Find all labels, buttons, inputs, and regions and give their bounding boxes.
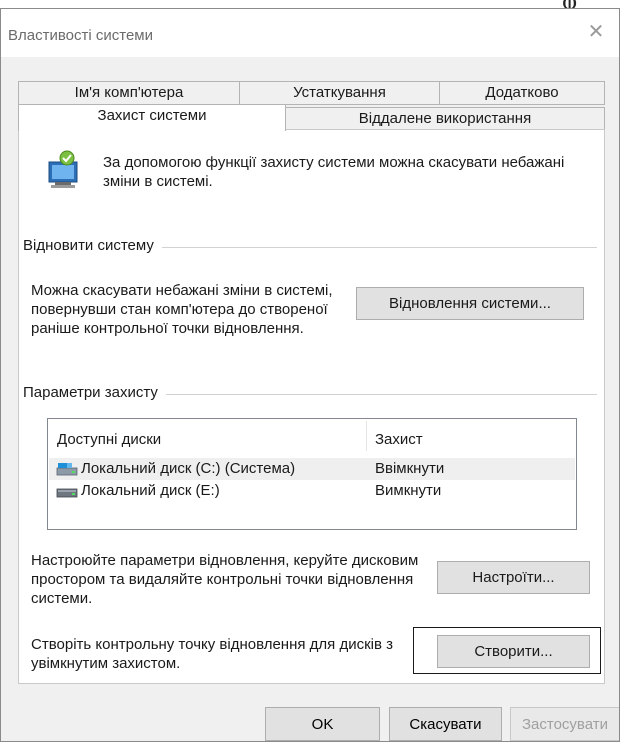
protection-group-title: Параметри захисту: [23, 384, 166, 401]
create-button[interactable]: Створити...: [437, 635, 590, 668]
system-restore-button[interactable]: Відновлення системи...: [356, 287, 584, 320]
create-description: Створіть контрольну точку відновлення дл…: [31, 636, 393, 672]
tab-system-protection[interactable]: Захист системи: [18, 104, 286, 131]
tab-hardware-label: Устаткування: [293, 84, 386, 101]
tab-system-protection-label: Захист системи: [97, 107, 207, 124]
apply-button[interactable]: Застосувати: [510, 707, 619, 741]
intro-text: За допомогою функції захисту системи мож…: [103, 154, 565, 190]
system-drive-icon: [56, 463, 78, 476]
drive-name: Локальний диск (C:) (Система): [81, 460, 296, 477]
tab-computer-name[interactable]: Ім'я комп'ютера: [18, 81, 240, 105]
cancel-button[interactable]: Скасувати: [389, 707, 502, 741]
system-properties-dialog: Властивості системи ✕ Ім'я комп'ютера Ус…: [0, 8, 620, 742]
tab-computer-name-label: Ім'я комп'ютера: [74, 84, 184, 101]
restore-group-title: Відновити систему: [23, 237, 162, 254]
local-drive-icon: [56, 488, 78, 498]
column-divider[interactable]: [366, 421, 367, 451]
title-bar: Властивості системи ✕: [1, 9, 619, 57]
tab-hardware[interactable]: Устаткування: [239, 81, 440, 105]
drives-list-header: Доступні диски Захист: [48, 419, 576, 455]
drive-protection-status: Вимкнути: [375, 482, 442, 499]
ok-button[interactable]: OK: [265, 707, 380, 741]
drive-row-c[interactable]: Локальний диск (C:) (Система) Ввімкнути: [49, 458, 575, 480]
close-button[interactable]: ✕: [583, 19, 609, 45]
tab-advanced[interactable]: Додатково: [439, 81, 605, 105]
configure-description: Настроюйте параметри відновлення, керуйт…: [31, 552, 419, 607]
column-header-protection[interactable]: Захист: [375, 431, 423, 448]
drives-list: Доступні диски Захист Локальний диск (C:…: [47, 418, 577, 530]
tab-remote-label: Віддалене використання: [358, 110, 532, 127]
system-protection-panel: За допомогою функції захисту системи мож…: [18, 129, 605, 684]
system-protection-icon: [48, 150, 78, 188]
drive-name: Локальний диск (E:): [81, 482, 220, 499]
configure-button[interactable]: Настроїти...: [437, 561, 590, 594]
drive-protection-status: Ввімкнути: [375, 460, 445, 477]
drive-row-e[interactable]: Локальний диск (E:) Вимкнути: [49, 480, 575, 502]
column-header-drives[interactable]: Доступні диски: [57, 431, 161, 448]
tab-advanced-label: Додатково: [485, 84, 559, 101]
restore-description: Можна скасувати небажані зміни в системі…: [31, 282, 333, 337]
tab-remote[interactable]: Віддалене використання: [285, 107, 605, 131]
window-title: Властивості системи: [8, 27, 153, 44]
